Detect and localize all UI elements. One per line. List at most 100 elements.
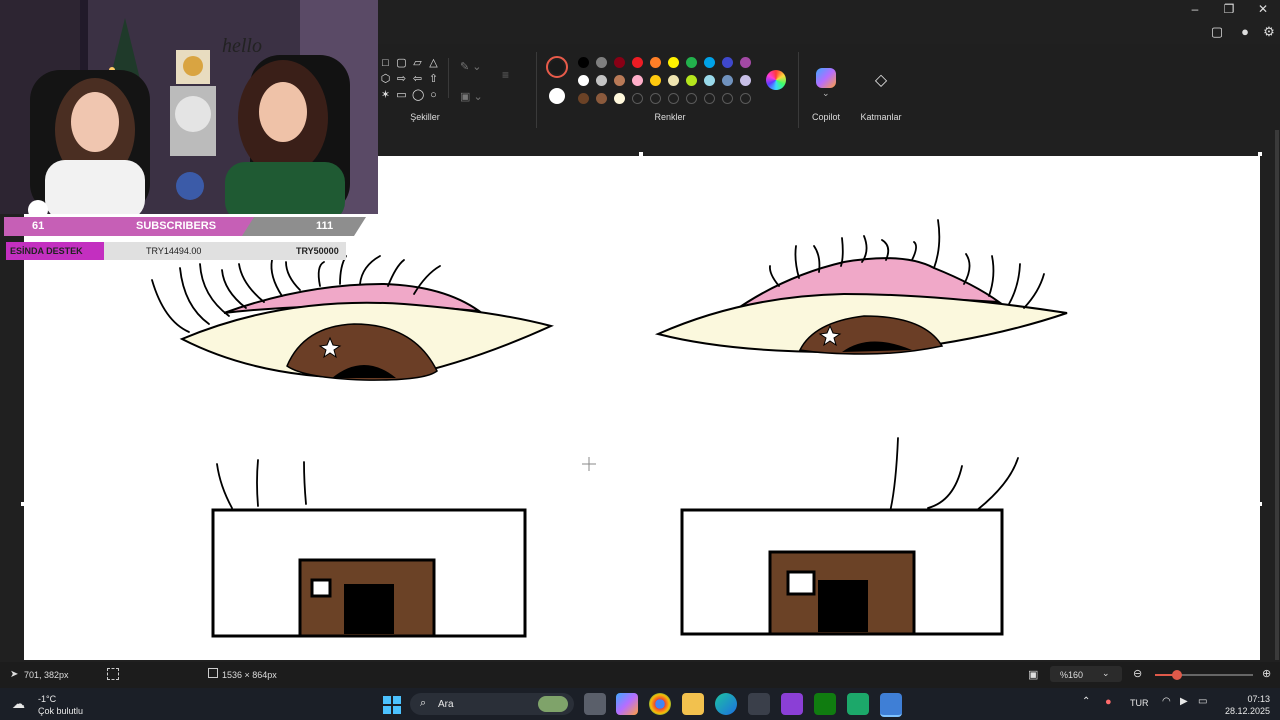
color-swatch[interactable] bbox=[722, 75, 733, 86]
chevron-up-icon[interactable]: ⌃ bbox=[1082, 696, 1090, 707]
color-swatch[interactable] bbox=[722, 57, 733, 68]
wifi-icon[interactable]: ◠ bbox=[1162, 696, 1171, 707]
color-swatch[interactable] bbox=[578, 93, 589, 104]
color2-swatch[interactable] bbox=[549, 88, 565, 104]
shapes-group-label: Şekiller bbox=[410, 112, 440, 122]
store-icon[interactable] bbox=[748, 693, 770, 715]
color-swatch[interactable] bbox=[740, 75, 751, 86]
separator bbox=[448, 58, 449, 98]
color-swatch[interactable] bbox=[668, 57, 679, 68]
color1-swatch[interactable] bbox=[546, 56, 568, 78]
weather-icon[interactable]: ☁ bbox=[12, 696, 32, 712]
color-swatch[interactable] bbox=[596, 93, 607, 104]
brush-size-icon[interactable]: ≡ bbox=[502, 68, 520, 86]
layers-icon[interactable]: ◇ bbox=[871, 70, 891, 90]
colors-group-label: Renkler bbox=[654, 112, 686, 122]
color-swatch[interactable] bbox=[650, 57, 661, 68]
copilot-group-label: Copilot bbox=[811, 112, 840, 122]
app-icon[interactable] bbox=[781, 693, 803, 715]
arrow-right-icon[interactable]: ⇨ bbox=[396, 74, 407, 85]
search-box[interactable]: ⌕ Ara bbox=[410, 693, 574, 715]
empty-color-slot[interactable] bbox=[650, 93, 661, 104]
color-swatch[interactable] bbox=[614, 57, 625, 68]
empty-color-slot[interactable] bbox=[632, 93, 643, 104]
arrow-up-icon[interactable]: ⇧ bbox=[428, 74, 439, 85]
start-button[interactable] bbox=[383, 696, 401, 714]
chevron-down-icon[interactable]: ⌄ bbox=[822, 88, 832, 99]
empty-color-slot[interactable] bbox=[722, 93, 733, 104]
color-swatch[interactable] bbox=[686, 57, 697, 68]
chrome-icon[interactable] bbox=[649, 693, 671, 715]
crosshair-cursor bbox=[582, 457, 596, 471]
account-icon[interactable]: ● bbox=[1234, 22, 1256, 42]
star-icon[interactable]: ✶ bbox=[380, 90, 391, 101]
close-icon[interactable]: ✕ bbox=[1246, 0, 1280, 18]
subscribers-current: 61 bbox=[32, 220, 45, 232]
color-swatch[interactable] bbox=[704, 75, 715, 86]
triangle-icon[interactable]: △ bbox=[428, 58, 439, 69]
rectangle-icon[interactable]: □ bbox=[380, 58, 391, 69]
rounded-rectangle-icon[interactable]: ▢ bbox=[396, 58, 407, 69]
speech-oval-icon[interactable]: ◯ bbox=[412, 90, 424, 101]
scrollbar-vertical[interactable] bbox=[1275, 130, 1279, 660]
fill-icon[interactable]: ▣ ⌄ bbox=[460, 90, 494, 104]
empty-color-slot[interactable] bbox=[704, 93, 715, 104]
search-icon: ⌕ bbox=[420, 697, 427, 709]
arrow-left-icon[interactable]: ⇦ bbox=[412, 74, 423, 85]
empty-color-slot[interactable] bbox=[740, 93, 751, 104]
outline-icon[interactable]: ✎ ⌄ bbox=[460, 60, 494, 74]
zoom-in-icon[interactable]: ⊕ bbox=[1262, 667, 1271, 680]
color-swatch[interactable] bbox=[596, 57, 607, 68]
color-swatch[interactable] bbox=[668, 75, 679, 86]
file-explorer-icon[interactable] bbox=[682, 693, 704, 715]
share-icon[interactable]: ▢ bbox=[1206, 22, 1228, 42]
color-swatch[interactable] bbox=[632, 57, 643, 68]
battery-icon[interactable]: ▭ bbox=[1198, 696, 1207, 707]
color-swatch[interactable] bbox=[740, 57, 751, 68]
copilot-app-icon[interactable] bbox=[616, 693, 638, 715]
color-swatch[interactable] bbox=[596, 75, 607, 86]
xbox-icon[interactable] bbox=[814, 693, 836, 715]
minimize-icon[interactable]: – bbox=[1178, 0, 1212, 18]
windows-logo-tile bbox=[383, 696, 391, 704]
color-swatch[interactable] bbox=[614, 93, 625, 104]
polygon-icon[interactable]: ▱ bbox=[412, 58, 423, 69]
zoom-value: %160 bbox=[1060, 670, 1084, 680]
empty-color-slot[interactable] bbox=[668, 93, 679, 104]
color-swatch[interactable] bbox=[650, 75, 661, 86]
empty-color-slot[interactable] bbox=[686, 93, 697, 104]
color-swatch[interactable] bbox=[614, 75, 625, 86]
zoom-select[interactable]: %160 ⌄ bbox=[1050, 666, 1122, 682]
volume-icon[interactable]: ▶ bbox=[1180, 696, 1188, 707]
app-icon[interactable] bbox=[847, 693, 869, 715]
edit-colors-icon[interactable] bbox=[766, 70, 786, 90]
paint-icon[interactable] bbox=[880, 693, 902, 717]
color-swatch[interactable] bbox=[686, 75, 697, 86]
fit-to-window-icon[interactable]: ▣ bbox=[1028, 668, 1038, 681]
subscribers-label: SUBSCRIBERS bbox=[136, 220, 217, 232]
speech-cloud-icon[interactable]: ○ bbox=[428, 90, 439, 101]
separator bbox=[798, 52, 799, 128]
zoom-out-icon[interactable]: ⊖ bbox=[1133, 667, 1142, 680]
layers-group-label: Katmanlar bbox=[860, 112, 902, 122]
donation-goal: TRY50000 bbox=[296, 246, 339, 256]
color-swatch[interactable] bbox=[632, 75, 643, 86]
task-view-icon[interactable] bbox=[584, 693, 606, 715]
language-indicator[interactable]: TUR bbox=[1130, 698, 1149, 708]
windows-logo-tile bbox=[393, 706, 401, 714]
clock-date[interactable]: 28.12.2025 bbox=[1222, 706, 1270, 716]
color-swatch[interactable] bbox=[704, 57, 715, 68]
speech-rect-icon[interactable]: ▭ bbox=[396, 90, 407, 101]
edge-icon[interactable] bbox=[715, 693, 737, 715]
webcam-overlay: hello bbox=[0, 0, 378, 214]
search-highlight-icon bbox=[538, 696, 568, 712]
settings-icon[interactable]: ⚙ bbox=[1258, 22, 1280, 42]
microphone-icon[interactable]: ● bbox=[1105, 696, 1112, 708]
color-swatch[interactable] bbox=[578, 57, 589, 68]
zoom-slider-thumb[interactable] bbox=[1172, 670, 1182, 680]
restore-icon[interactable]: ❐ bbox=[1212, 0, 1246, 18]
copilot-icon[interactable] bbox=[816, 68, 836, 88]
color-swatch[interactable] bbox=[578, 75, 589, 86]
clock-time[interactable]: 07:13 bbox=[1230, 694, 1270, 704]
hexagon-icon[interactable]: ⬡ bbox=[380, 74, 391, 85]
